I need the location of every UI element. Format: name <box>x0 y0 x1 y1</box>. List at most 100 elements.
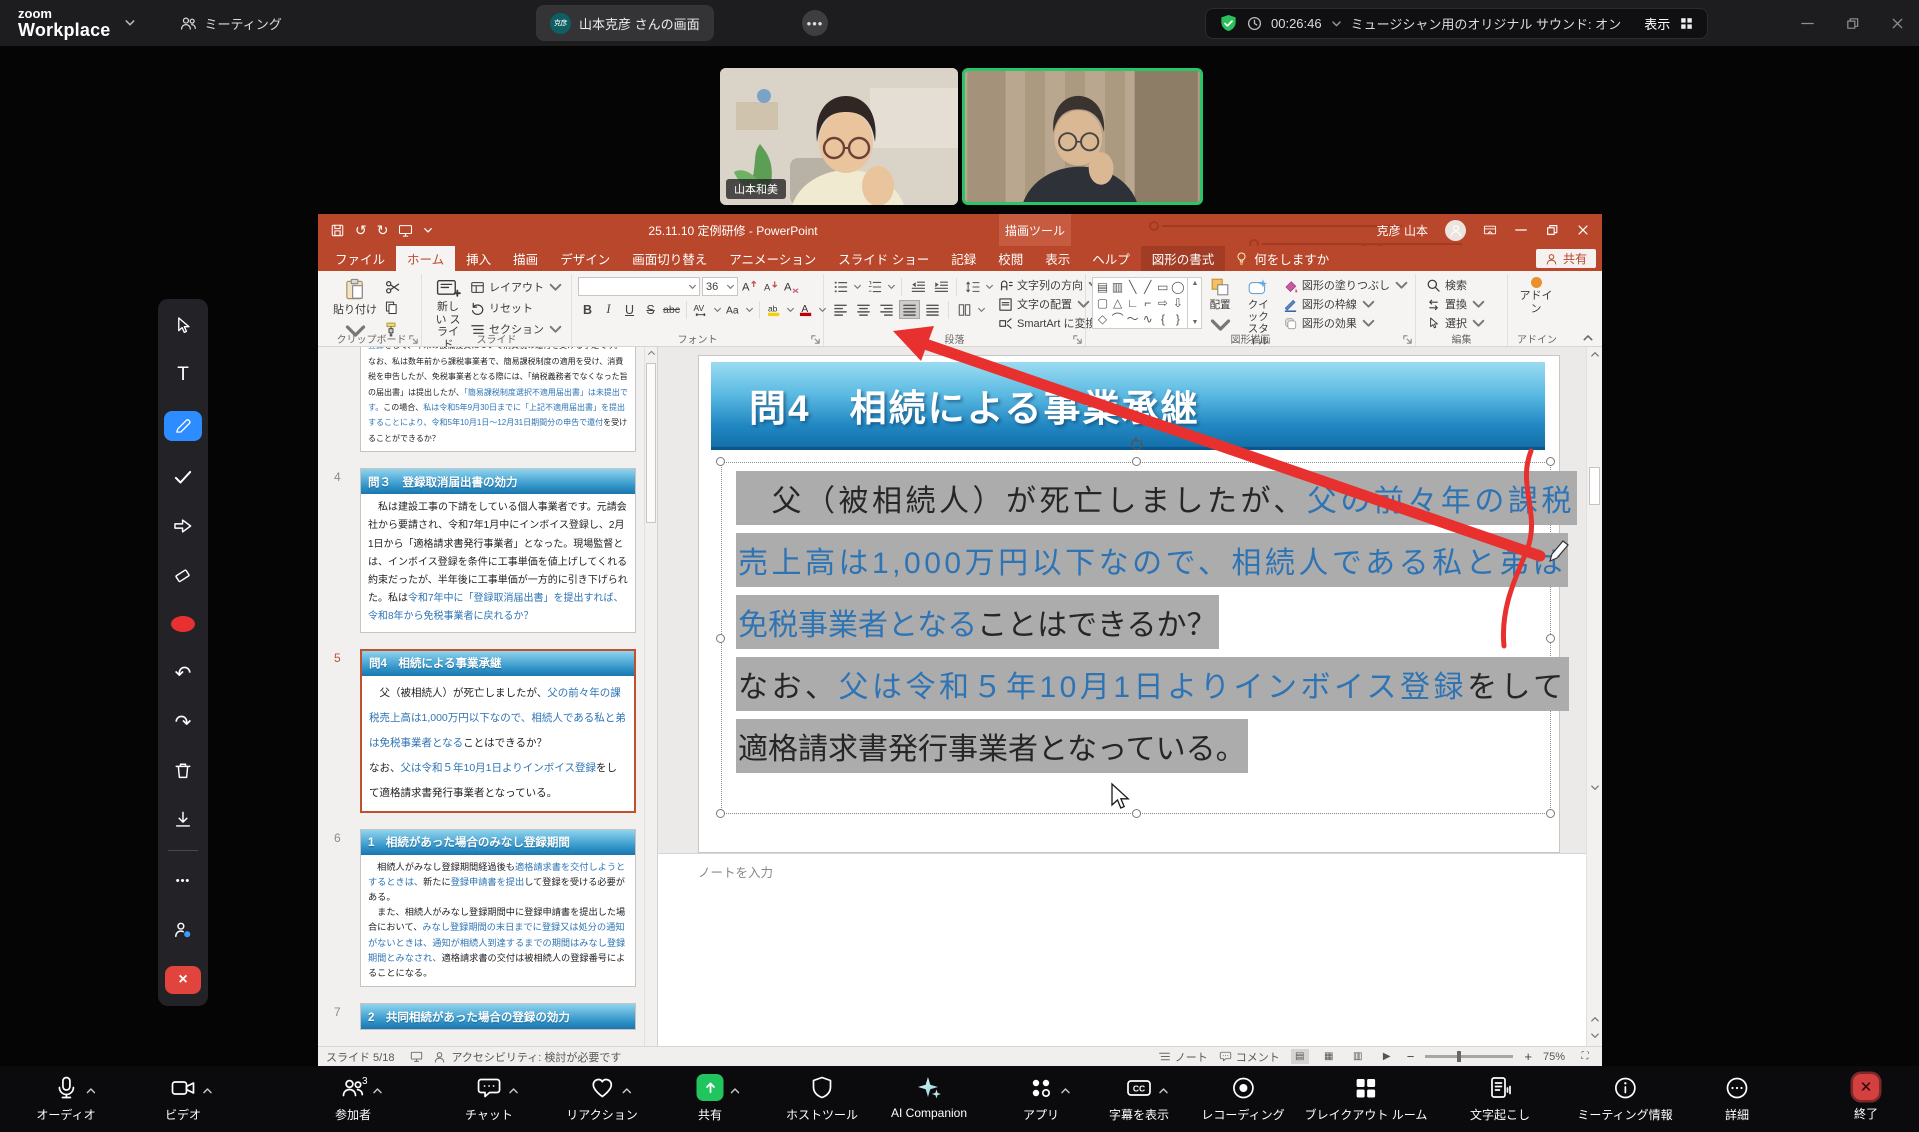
ribbon-tab-アニメーション[interactable]: アニメーション <box>718 246 827 271</box>
font-name-combobox[interactable] <box>578 277 700 296</box>
selection-handle[interactable] <box>1132 457 1141 466</box>
ribbon-tab-表示[interactable]: 表示 <box>1034 246 1081 271</box>
selection-handle[interactable] <box>1546 809 1555 818</box>
shape-gallery-scrollbar[interactable]: ▲▼ <box>1187 278 1201 328</box>
ribbon-tab-挿入[interactable]: 挿入 <box>455 246 502 271</box>
italic-button[interactable]: I <box>599 300 618 319</box>
ribbon-tab-記録[interactable]: 記録 <box>940 246 987 271</box>
ribbon-tab-図形の書式[interactable]: 図形の書式 <box>1141 246 1226 271</box>
character-spacing-button[interactable]: AV <box>692 300 711 319</box>
text-tool[interactable]: T <box>170 362 196 388</box>
shape-glyph[interactable]: ⌐ <box>1144 297 1151 309</box>
slide-thumbnail[interactable]: 1 相続があった場合のみなし登録期間 相続人がみなし登録期間経過後も適格請求書を… <box>360 829 636 988</box>
toolbar-item-participants[interactable]: 参加者3 <box>335 1074 371 1123</box>
chevron-up-icon[interactable] <box>202 1086 213 1096</box>
slide-textbox[interactable]: 父（被相続人）が死亡しましたが、父の前々年の課税売上高は1,000万円以下なので… <box>721 462 1551 814</box>
ppt-titlebar[interactable]: ↺ ↻ 25.11.10 定例研修 - PowerPoint 描画ツール 克彦 … <box>318 214 1602 246</box>
thumbnail-scrollbar[interactable] <box>644 347 657 1046</box>
selection-handle[interactable] <box>716 457 725 466</box>
eraser-tool[interactable] <box>170 562 196 588</box>
redo-tool[interactable]: ↷ <box>170 709 196 735</box>
fit-to-window-button[interactable]: ⛶ <box>1576 1049 1594 1064</box>
toolbar-item-share[interactable]: 共有 <box>697 1074 724 1123</box>
shape-glyph[interactable]: ╱ <box>1144 281 1151 293</box>
shape-glyph[interactable]: ∟ <box>1127 297 1139 309</box>
shape-glyph[interactable]: ⇨ <box>1158 297 1168 309</box>
toolbar-item-breakout[interactable]: ブレイクアウト ルーム <box>1305 1074 1428 1123</box>
chevron-up-icon[interactable] <box>372 1086 383 1096</box>
slide-thumbnail[interactable]: 問３ 登録取消届出書の効力 私は建設工事の下請をしている個人事業者です。元請会社… <box>360 468 636 632</box>
slide-text-line[interactable]: 免税事業者となることはできるか？ <box>736 591 1538 653</box>
shape-glyph[interactable]: ▭ <box>1157 281 1168 293</box>
align-left-button[interactable] <box>830 300 851 319</box>
scrollbar-thumb[interactable] <box>646 363 656 523</box>
toolbar-item-host-tools[interactable]: ホストツール <box>786 1074 858 1123</box>
line-spacing-chevron-icon[interactable] <box>985 283 994 291</box>
shared-screen-tab[interactable]: 克彦 山本克彦 さんの画面 <box>536 5 714 41</box>
notes-pane[interactable]: ノートを入力 <box>658 853 1586 1046</box>
shape-glyph[interactable]: ╲ <box>1129 281 1136 293</box>
tell-me-box[interactable]: 何をしますか <box>1225 246 1339 271</box>
find-button[interactable]: 検索 <box>1426 277 1486 293</box>
zoom-slider[interactable] <box>1425 1055 1513 1058</box>
chevron-up-icon[interactable] <box>508 1086 519 1096</box>
qat-chevron-icon[interactable] <box>423 226 433 235</box>
replace-button[interactable]: 置換 <box>1426 296 1486 312</box>
drawing-dialog-launcher-icon[interactable] <box>1402 334 1413 345</box>
reading-view-button[interactable]: ▥ <box>1349 1049 1367 1064</box>
chevron-up-icon[interactable] <box>729 1086 740 1096</box>
editor-scrollbar[interactable] <box>1586 347 1602 1046</box>
cut-icon[interactable] <box>384 279 400 295</box>
bullets-button[interactable] <box>830 277 851 296</box>
underline-button[interactable]: U <box>620 300 639 319</box>
zoom-slider-thumb[interactable] <box>1457 1051 1461 1062</box>
font-dialog-launcher-icon[interactable] <box>810 334 821 345</box>
slideshow-view-button[interactable]: ▶ <box>1378 1049 1396 1064</box>
distribute-button[interactable] <box>922 300 943 319</box>
ribbon-display-icon[interactable] <box>1483 223 1497 237</box>
shape-outline-button[interactable]: 図形の枠線 <box>1283 296 1409 312</box>
increase-indent-button[interactable] <box>930 277 951 296</box>
toolbar-item-video[interactable]: ビデオ <box>165 1074 201 1123</box>
more-tool[interactable]: ••• <box>170 868 196 894</box>
color-red-tool[interactable] <box>170 611 196 637</box>
addins-button[interactable]: アドイン <box>1514 275 1558 317</box>
highlight-chevron-icon[interactable] <box>786 306 795 314</box>
toolbar-item-end[interactable]: ✕終了 <box>1853 1074 1879 1122</box>
account-avatar[interactable] <box>1445 220 1466 241</box>
previous-slide-icon[interactable] <box>1590 1015 1600 1024</box>
shape-glyph[interactable]: ▤ <box>1097 281 1108 293</box>
selection-handle[interactable] <box>716 809 725 818</box>
view-grid-icon[interactable] <box>1679 16 1694 31</box>
reset-button[interactable]: リセット <box>470 300 563 316</box>
layout-button[interactable]: レイアウト <box>470 279 563 295</box>
shrink-font-button[interactable]: A <box>761 277 780 296</box>
justify-button[interactable] <box>899 300 920 319</box>
undo-icon[interactable]: ↺ <box>355 222 367 239</box>
toolbar-item-captions[interactable]: CC字幕を表示 <box>1109 1074 1169 1123</box>
ppt-minimize-icon[interactable] <box>1514 223 1528 237</box>
save-tool[interactable] <box>170 807 196 833</box>
video-tile-active-speaker[interactable] <box>962 68 1203 205</box>
selection-handle[interactable] <box>1546 634 1555 643</box>
restore-icon[interactable] <box>1845 16 1860 31</box>
toolbar-item-ai-companion[interactable]: AI Companion <box>891 1074 967 1120</box>
save-icon[interactable] <box>330 223 345 238</box>
ribbon-tab-ファイル[interactable]: ファイル <box>324 246 396 271</box>
shape-glyph[interactable]: } <box>1176 313 1180 325</box>
account-name[interactable]: 克彦 山本 <box>1377 222 1428 239</box>
slide-thumbnail[interactable]: 私（個人事業者）は、免税事業者で、令和5年10月1日よりインボイス登録をして、年… <box>360 347 636 452</box>
slide-thumbnail[interactable]: 問4 相続による事業承継 父（被相続人）が死亡しましたが、父の前々年の課税売上高… <box>360 649 636 813</box>
ppt-close-icon[interactable] <box>1576 223 1590 237</box>
selection-handle[interactable] <box>1546 457 1555 466</box>
pen-tool[interactable] <box>164 411 202 441</box>
ribbon-tab-描画[interactable]: 描画 <box>502 246 549 271</box>
ribbon-tab-ホーム[interactable]: ホーム <box>396 246 455 271</box>
clear-formatting-button[interactable]: A <box>782 277 801 296</box>
ppt-restore-icon[interactable] <box>1545 223 1559 237</box>
chevron-up-icon[interactable] <box>621 1086 632 1096</box>
chevron-up-icon[interactable] <box>85 1086 96 1096</box>
chevron-up-icon[interactable] <box>1158 1086 1169 1096</box>
next-slide-icon[interactable] <box>1590 1031 1600 1040</box>
slide-thumbnail[interactable]: 2 共同相続があった場合の登録の効力 <box>360 1003 636 1030</box>
